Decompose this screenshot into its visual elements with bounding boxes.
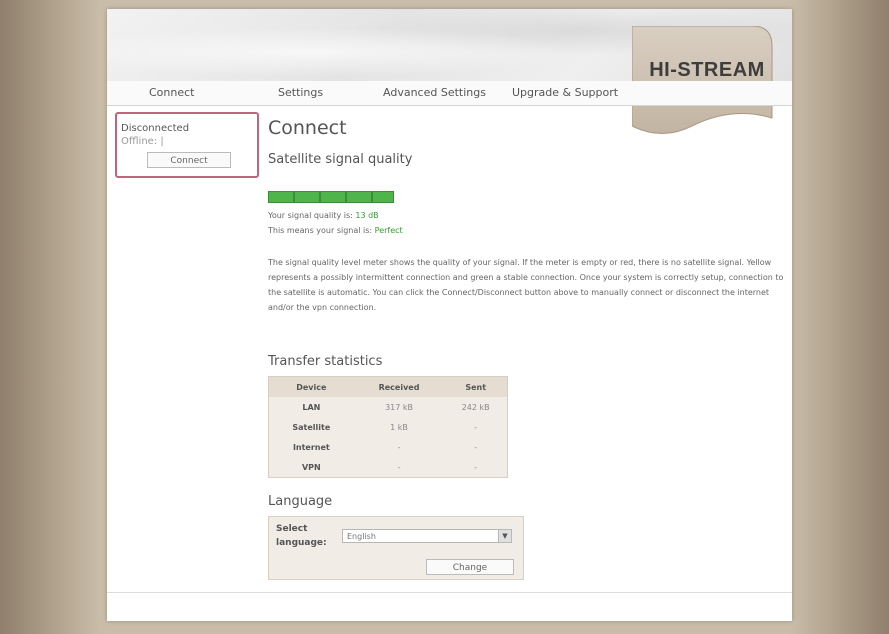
cell-sent: 242 kB <box>461 402 490 412</box>
status-subtitle: Offline: | <box>121 136 164 147</box>
status-title: Disconnected <box>121 123 190 134</box>
language-panel: Select language: English ▼ Change <box>268 516 524 580</box>
cell-sent: - <box>474 442 478 452</box>
cell-received: - <box>397 442 401 452</box>
signal-means-label: This means your signal is: <box>268 226 375 235</box>
cell-sent: - <box>474 422 478 432</box>
signal-meter-segment <box>268 191 294 203</box>
column-header-sent: Sent <box>444 376 508 397</box>
signal-meter <box>268 191 394 203</box>
language-heading: Language <box>268 494 333 509</box>
cell-device: LAN <box>302 402 321 412</box>
signal-quality-value: 13 dB <box>355 211 379 220</box>
logo-text: HI-STREAM <box>649 59 765 81</box>
signal-means-value: Perfect <box>374 226 403 235</box>
nav-advanced-settings[interactable]: Advanced Settings <box>383 86 486 99</box>
column-header-device: Device <box>268 376 354 397</box>
language-selected-value: English <box>347 532 376 541</box>
table-row: VPN - - <box>269 457 508 478</box>
signal-quality-line: Your signal quality is: 13 dB <box>268 211 379 220</box>
cell-device: Internet <box>292 442 330 452</box>
connect-button[interactable]: Connect <box>147 152 231 168</box>
nav-upgrade-support[interactable]: Upgrade & Support <box>512 86 618 99</box>
cell-device: VPN <box>301 462 321 472</box>
column-header-received: Received <box>353 376 445 397</box>
language-label: Select language: <box>276 524 327 548</box>
cell-sent: - <box>474 462 478 472</box>
signal-quality-label: Your signal quality is: <box>268 211 356 220</box>
signal-description: The signal quality level meter shows the… <box>268 258 784 312</box>
signal-heading: Satellite signal quality <box>268 152 413 167</box>
connection-status-panel: Disconnected Offline: | Connect <box>115 112 259 178</box>
nav-connect[interactable]: Connect <box>149 86 194 99</box>
cell-received: 317 kB <box>385 402 413 412</box>
transfer-stats-table: Device Received Sent LAN 317 kB 242 kB S… <box>268 376 508 478</box>
language-select[interactable]: English ▼ <box>342 529 512 543</box>
signal-meter-segment <box>320 191 346 203</box>
chevron-down-icon[interactable]: ▼ <box>498 530 511 542</box>
signal-meter-segment <box>346 191 372 203</box>
change-language-button[interactable]: Change <box>426 559 514 575</box>
footer-divider <box>107 592 792 593</box>
signal-meter-segment <box>372 191 394 203</box>
cell-device: Satellite <box>292 422 331 432</box>
page-title: Connect <box>268 117 347 139</box>
transfer-heading: Transfer statistics <box>268 354 383 369</box>
table-row: Satellite 1 kB - <box>269 417 508 437</box>
page: HI-STREAM Connect Settings Advanced Sett… <box>107 9 792 621</box>
table-row: LAN 317 kB 242 kB <box>269 397 508 417</box>
table-header-row: Device Received Sent <box>268 376 508 397</box>
cell-received: 1 kB <box>390 422 408 432</box>
nav-settings[interactable]: Settings <box>278 86 323 99</box>
signal-meter-segment <box>294 191 320 203</box>
cell-received: - <box>397 462 401 472</box>
main-nav: Connect Settings Advanced Settings Upgra… <box>107 81 792 106</box>
table-row: Internet - - <box>269 437 508 457</box>
signal-means-line: This means your signal is: Perfect <box>268 226 403 235</box>
